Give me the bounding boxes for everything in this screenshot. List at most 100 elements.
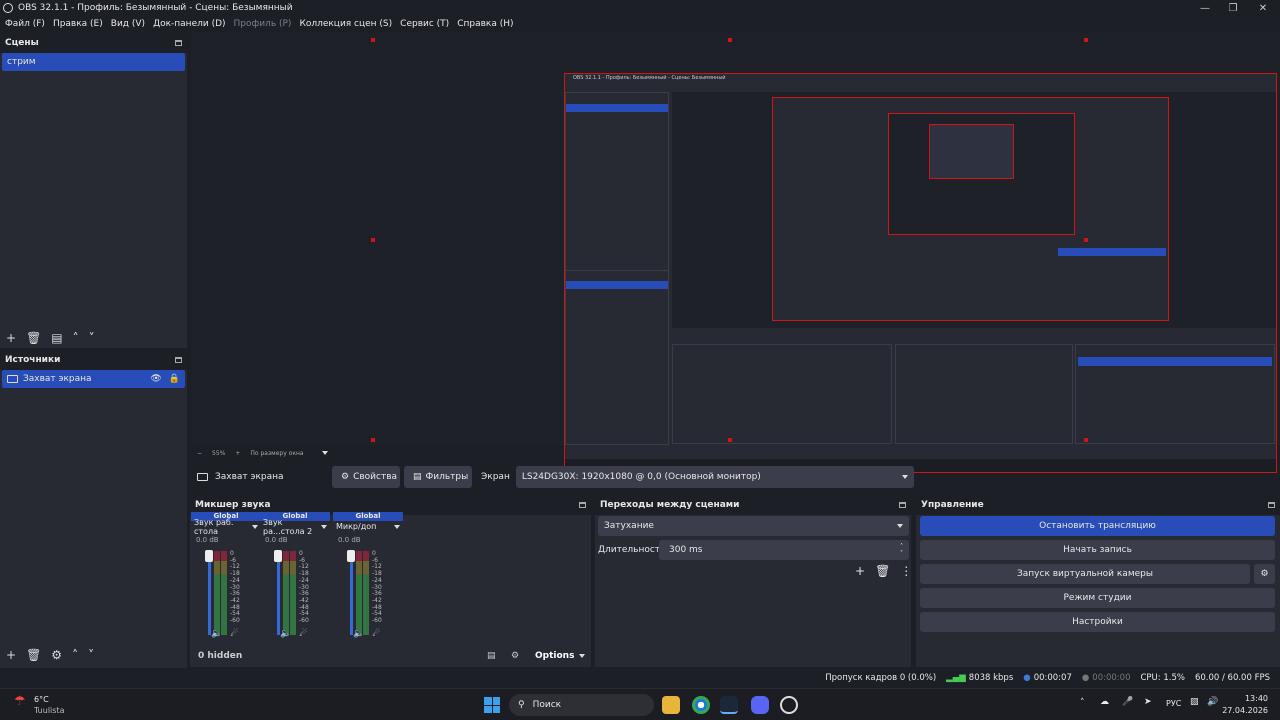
windows-start-icon[interactable] xyxy=(484,697,500,713)
filter-icon[interactable]: ▤ xyxy=(51,331,62,345)
menu-item[interactable]: Справка (H) xyxy=(457,19,513,29)
resize-handle[interactable] xyxy=(728,438,732,442)
fader-knob[interactable] xyxy=(274,550,282,562)
properties-button[interactable]: ⚙ Свойства xyxy=(332,466,400,488)
channel-controls: 🔈 ☄ xyxy=(353,629,380,639)
resize-handle[interactable] xyxy=(371,238,375,242)
channel-name-button[interactable]: Звук раб. стола xyxy=(191,518,261,536)
steam-icon[interactable] xyxy=(720,696,738,714)
add-icon[interactable]: + xyxy=(6,648,16,662)
resize-handle[interactable] xyxy=(371,438,375,442)
scene-item[interactable]: стрим xyxy=(2,53,185,71)
up-icon[interactable]: ˄ xyxy=(73,331,79,345)
file-explorer-icon[interactable] xyxy=(662,696,680,714)
start-record-button[interactable]: Начать запись xyxy=(920,540,1275,560)
volume-icon[interactable]: 🔊 xyxy=(1207,697,1218,707)
speaker-icon[interactable]: 🔈 xyxy=(353,629,364,639)
clock-time[interactable]: 13:40 xyxy=(1228,694,1268,703)
chevron-up-icon[interactable]: ˄ xyxy=(1080,698,1085,708)
zoom-fit[interactable]: По размеру окна xyxy=(250,450,303,457)
undock-icon[interactable] xyxy=(579,502,586,508)
menu-item[interactable]: Профиль (P) xyxy=(234,19,292,29)
undock-icon[interactable] xyxy=(899,502,906,508)
fader-knob[interactable] xyxy=(347,550,355,562)
headphones-icon[interactable]: ☄ xyxy=(372,629,380,639)
taskbar-search[interactable]: ⚲ Поиск xyxy=(509,694,654,716)
speaker-icon[interactable]: 🔈 xyxy=(211,629,222,639)
link-icon[interactable]: ⚙ xyxy=(511,651,519,661)
menu-item[interactable]: Вид (V) xyxy=(111,19,145,29)
headphones-icon[interactable]: ☄ xyxy=(299,629,307,639)
language-indicator[interactable]: РУС xyxy=(1166,699,1181,708)
headphones-icon[interactable]: ☄ xyxy=(230,629,238,639)
stop-stream-button[interactable]: Остановить трансляцию xyxy=(920,516,1275,536)
settings-button[interactable]: Настройки xyxy=(920,612,1275,632)
menu-item[interactable]: Сервис (T) xyxy=(400,19,449,29)
virtual-camera-button[interactable]: Запуск виртуальной камеры xyxy=(920,564,1250,584)
volume-fader[interactable] xyxy=(277,551,280,635)
trash-icon[interactable]: 🗑 xyxy=(26,331,41,345)
studio-mode-button[interactable]: Режим студии xyxy=(920,588,1275,608)
gear-icon[interactable]: ⚙ xyxy=(1254,564,1275,584)
trash-icon[interactable]: 🗑 xyxy=(875,564,890,578)
menu-item[interactable]: Коллекция сцен (S) xyxy=(299,19,392,29)
down-icon[interactable]: ˅ xyxy=(89,331,95,345)
add-icon[interactable]: + xyxy=(6,331,16,345)
lock-icon[interactable]: 🔒 xyxy=(169,374,180,384)
discord-icon[interactable] xyxy=(751,696,769,714)
undock-icon[interactable] xyxy=(1268,502,1275,508)
duration-spinbox[interactable]: 300 ms ˄ ˅ xyxy=(659,540,909,560)
source-item[interactable]: Захват экрана 👁 🔒 xyxy=(2,370,185,388)
obs-taskbar-icon[interactable] xyxy=(780,696,798,714)
up-icon[interactable]: ˄ xyxy=(72,648,78,662)
channel-name-button[interactable]: Микр/доп xyxy=(333,521,403,532)
menu-item[interactable]: Файл (F) xyxy=(5,19,45,29)
more-icon[interactable]: ⋮ xyxy=(900,564,912,578)
close-icon[interactable]: ✕ xyxy=(1248,0,1278,16)
menu-item[interactable]: Док-панели (D) xyxy=(153,19,225,29)
menu-item[interactable]: Правка (E) xyxy=(53,19,103,29)
screen-select[interactable]: LS24DG30X: 1920x1080 @ 0,0 (Основной мон… xyxy=(515,466,914,488)
volume-fader[interactable] xyxy=(208,551,211,635)
resize-handle[interactable] xyxy=(371,38,375,42)
mixer-title: Микшер звука xyxy=(195,500,271,510)
layout-icon[interactable]: ▤ xyxy=(487,651,496,661)
options-button[interactable]: Options xyxy=(535,651,586,661)
undock-icon[interactable] xyxy=(175,357,182,363)
meter-scale: 0 -6 -12 -18 -24 -30 -36 -42 -48 -54 -60 xyxy=(230,550,240,625)
down-icon[interactable]: ˅ xyxy=(88,648,94,662)
clock-date[interactable]: 27.04.2026 xyxy=(1218,706,1268,715)
add-icon[interactable]: + xyxy=(855,564,865,578)
network-icon[interactable]: ▧ xyxy=(1190,697,1199,707)
preview-canvas[interactable]: OBS 32.1.1 - Профиль: Безымянный - Сцены… xyxy=(191,33,1280,473)
fader-knob[interactable] xyxy=(205,550,213,562)
cloud-icon[interactable]: ☁ xyxy=(1100,697,1109,707)
title-bar: OBS 32.1.1 - Профиль: Безымянный - Сцены… xyxy=(0,0,1280,16)
filters-button[interactable]: ▤ Фильтры xyxy=(404,466,472,488)
zoom-in-icon[interactable]: + xyxy=(235,450,240,457)
location-icon[interactable]: ➤ xyxy=(1144,697,1152,707)
resize-handle[interactable] xyxy=(1084,438,1088,442)
volume-fader[interactable] xyxy=(350,551,353,635)
resize-handle[interactable] xyxy=(1084,238,1088,242)
channel-name: Звук ра...стола 2 xyxy=(263,517,313,536)
eye-icon[interactable]: 👁 xyxy=(150,374,161,384)
spin-arrows-icon[interactable]: ˄ ˅ xyxy=(900,543,903,557)
transition-select[interactable]: Затухание xyxy=(598,516,909,536)
transitions-dock: Переходы между сценами Затухание Длитель… xyxy=(595,495,912,667)
maximize-icon[interactable]: ❐ xyxy=(1218,0,1248,16)
gear-icon[interactable]: ⚙ xyxy=(51,648,62,662)
zoom-out-icon[interactable]: − xyxy=(197,450,202,457)
chrome-icon[interactable] xyxy=(692,696,710,714)
chevron-down-icon[interactable] xyxy=(321,451,328,455)
speaker-icon[interactable]: 🔈 xyxy=(280,629,291,639)
minimize-icon[interactable]: — xyxy=(1190,0,1220,16)
trash-icon[interactable]: 🗑 xyxy=(26,648,41,662)
controls-dock: Управление Остановить трансляцию Начать … xyxy=(916,495,1280,667)
undock-icon[interactable] xyxy=(175,40,182,46)
microphone-icon[interactable]: 🎤 xyxy=(1122,697,1133,707)
weather-icon[interactable]: ☂ xyxy=(14,694,26,709)
resize-handle[interactable] xyxy=(1084,38,1088,42)
channel-name-button[interactable]: Звук ра...стола 2 xyxy=(260,518,330,536)
resize-handle[interactable] xyxy=(728,38,732,42)
